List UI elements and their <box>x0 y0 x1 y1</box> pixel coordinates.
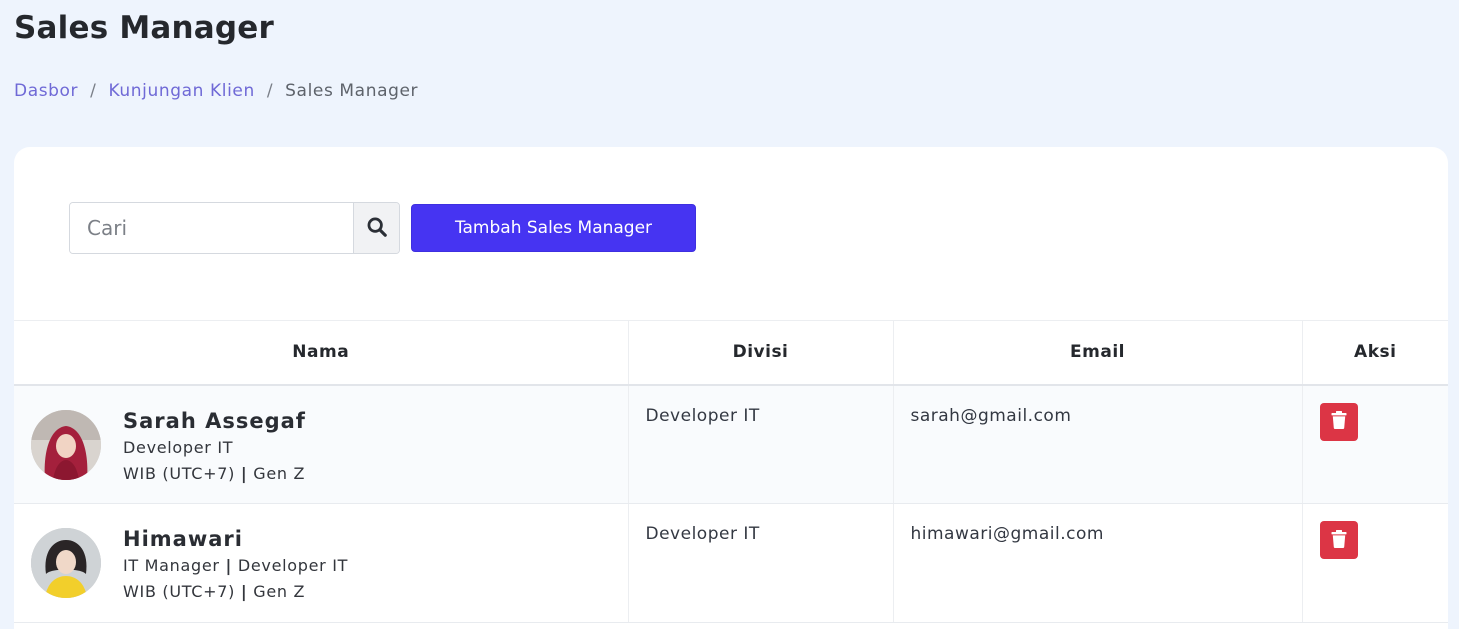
person-timezone: WIB (UTC+7) <box>123 463 236 483</box>
action-cell <box>1302 384 1448 504</box>
person-role-primary: IT Manager <box>123 556 220 575</box>
breadcrumb: Dasbor / Kunjungan Klien / Sales Manager <box>14 81 418 101</box>
main-card: Tambah Sales Manager Nama Divisi Email A… <box>14 147 1448 629</box>
action-cell <box>1302 503 1448 623</box>
name-cell: Sarah Assegaf Developer IT WIB (UTC+7) |… <box>14 384 629 504</box>
person-role: Developer IT <box>123 437 234 457</box>
trash-icon <box>1331 529 1347 551</box>
email-cell: himawari@gmail.com <box>893 503 1303 623</box>
person: Sarah Assegaf Developer IT WIB (UTC+7) |… <box>31 386 628 487</box>
division-cell: Developer IT <box>628 503 894 623</box>
person: Himawari IT Manager | Developer IT WIB (… <box>31 504 628 605</box>
person-meta: WIB (UTC+7) | Gen Z <box>123 463 306 483</box>
delete-button[interactable] <box>1319 521 1358 559</box>
column-header-action: Aksi <box>1302 320 1448 386</box>
table-row: Himawari IT Manager | Developer IT WIB (… <box>14 503 1448 623</box>
breadcrumb-separator: / <box>90 81 97 101</box>
breadcrumb-item-current: Sales Manager <box>285 81 419 101</box>
trash-icon <box>1331 411 1347 432</box>
page-title: Sales Manager <box>14 10 274 46</box>
table-row: Sarah Assegaf Developer IT WIB (UTC+7) |… <box>14 384 1448 504</box>
delete-button[interactable] <box>1319 402 1358 441</box>
column-header-email: Email <box>893 320 1303 386</box>
sales-manager-table: Nama Divisi Email Aksi Sarah Assegaf Dev… <box>14 320 1448 623</box>
email-cell: sarah@gmail.com <box>893 384 1303 504</box>
name-cell: Himawari IT Manager | Developer IT WIB (… <box>14 503 629 623</box>
person-name: Sarah Assegaf <box>123 408 306 433</box>
search-icon <box>366 216 388 241</box>
person-role: IT Manager | Developer IT <box>123 556 349 575</box>
column-header-division: Divisi <box>628 320 894 386</box>
search-button[interactable] <box>353 203 399 253</box>
search-group <box>69 202 400 254</box>
person-generation: Gen Z <box>253 582 306 601</box>
breadcrumb-item-kunjungan-klien[interactable]: Kunjungan Klien <box>108 81 254 101</box>
column-header-name: Nama <box>14 320 629 386</box>
person-meta: WIB (UTC+7) | Gen Z <box>123 582 306 601</box>
breadcrumb-separator: / <box>266 81 274 101</box>
person-role-secondary: Developer IT <box>237 556 349 575</box>
avatar <box>31 409 101 480</box>
avatar <box>31 528 101 598</box>
person-name: Himawari <box>123 527 243 551</box>
division-cell: Developer IT <box>628 384 894 504</box>
add-sales-manager-button[interactable]: Tambah Sales Manager <box>411 204 696 252</box>
person-timezone: WIB (UTC+7) <box>123 582 236 601</box>
person-generation: Gen Z <box>253 463 306 483</box>
breadcrumb-item-dasbor[interactable]: Dasbor <box>14 81 78 101</box>
table-header-row: Nama Divisi Email Aksi <box>14 320 1448 386</box>
search-input[interactable] <box>70 203 353 253</box>
